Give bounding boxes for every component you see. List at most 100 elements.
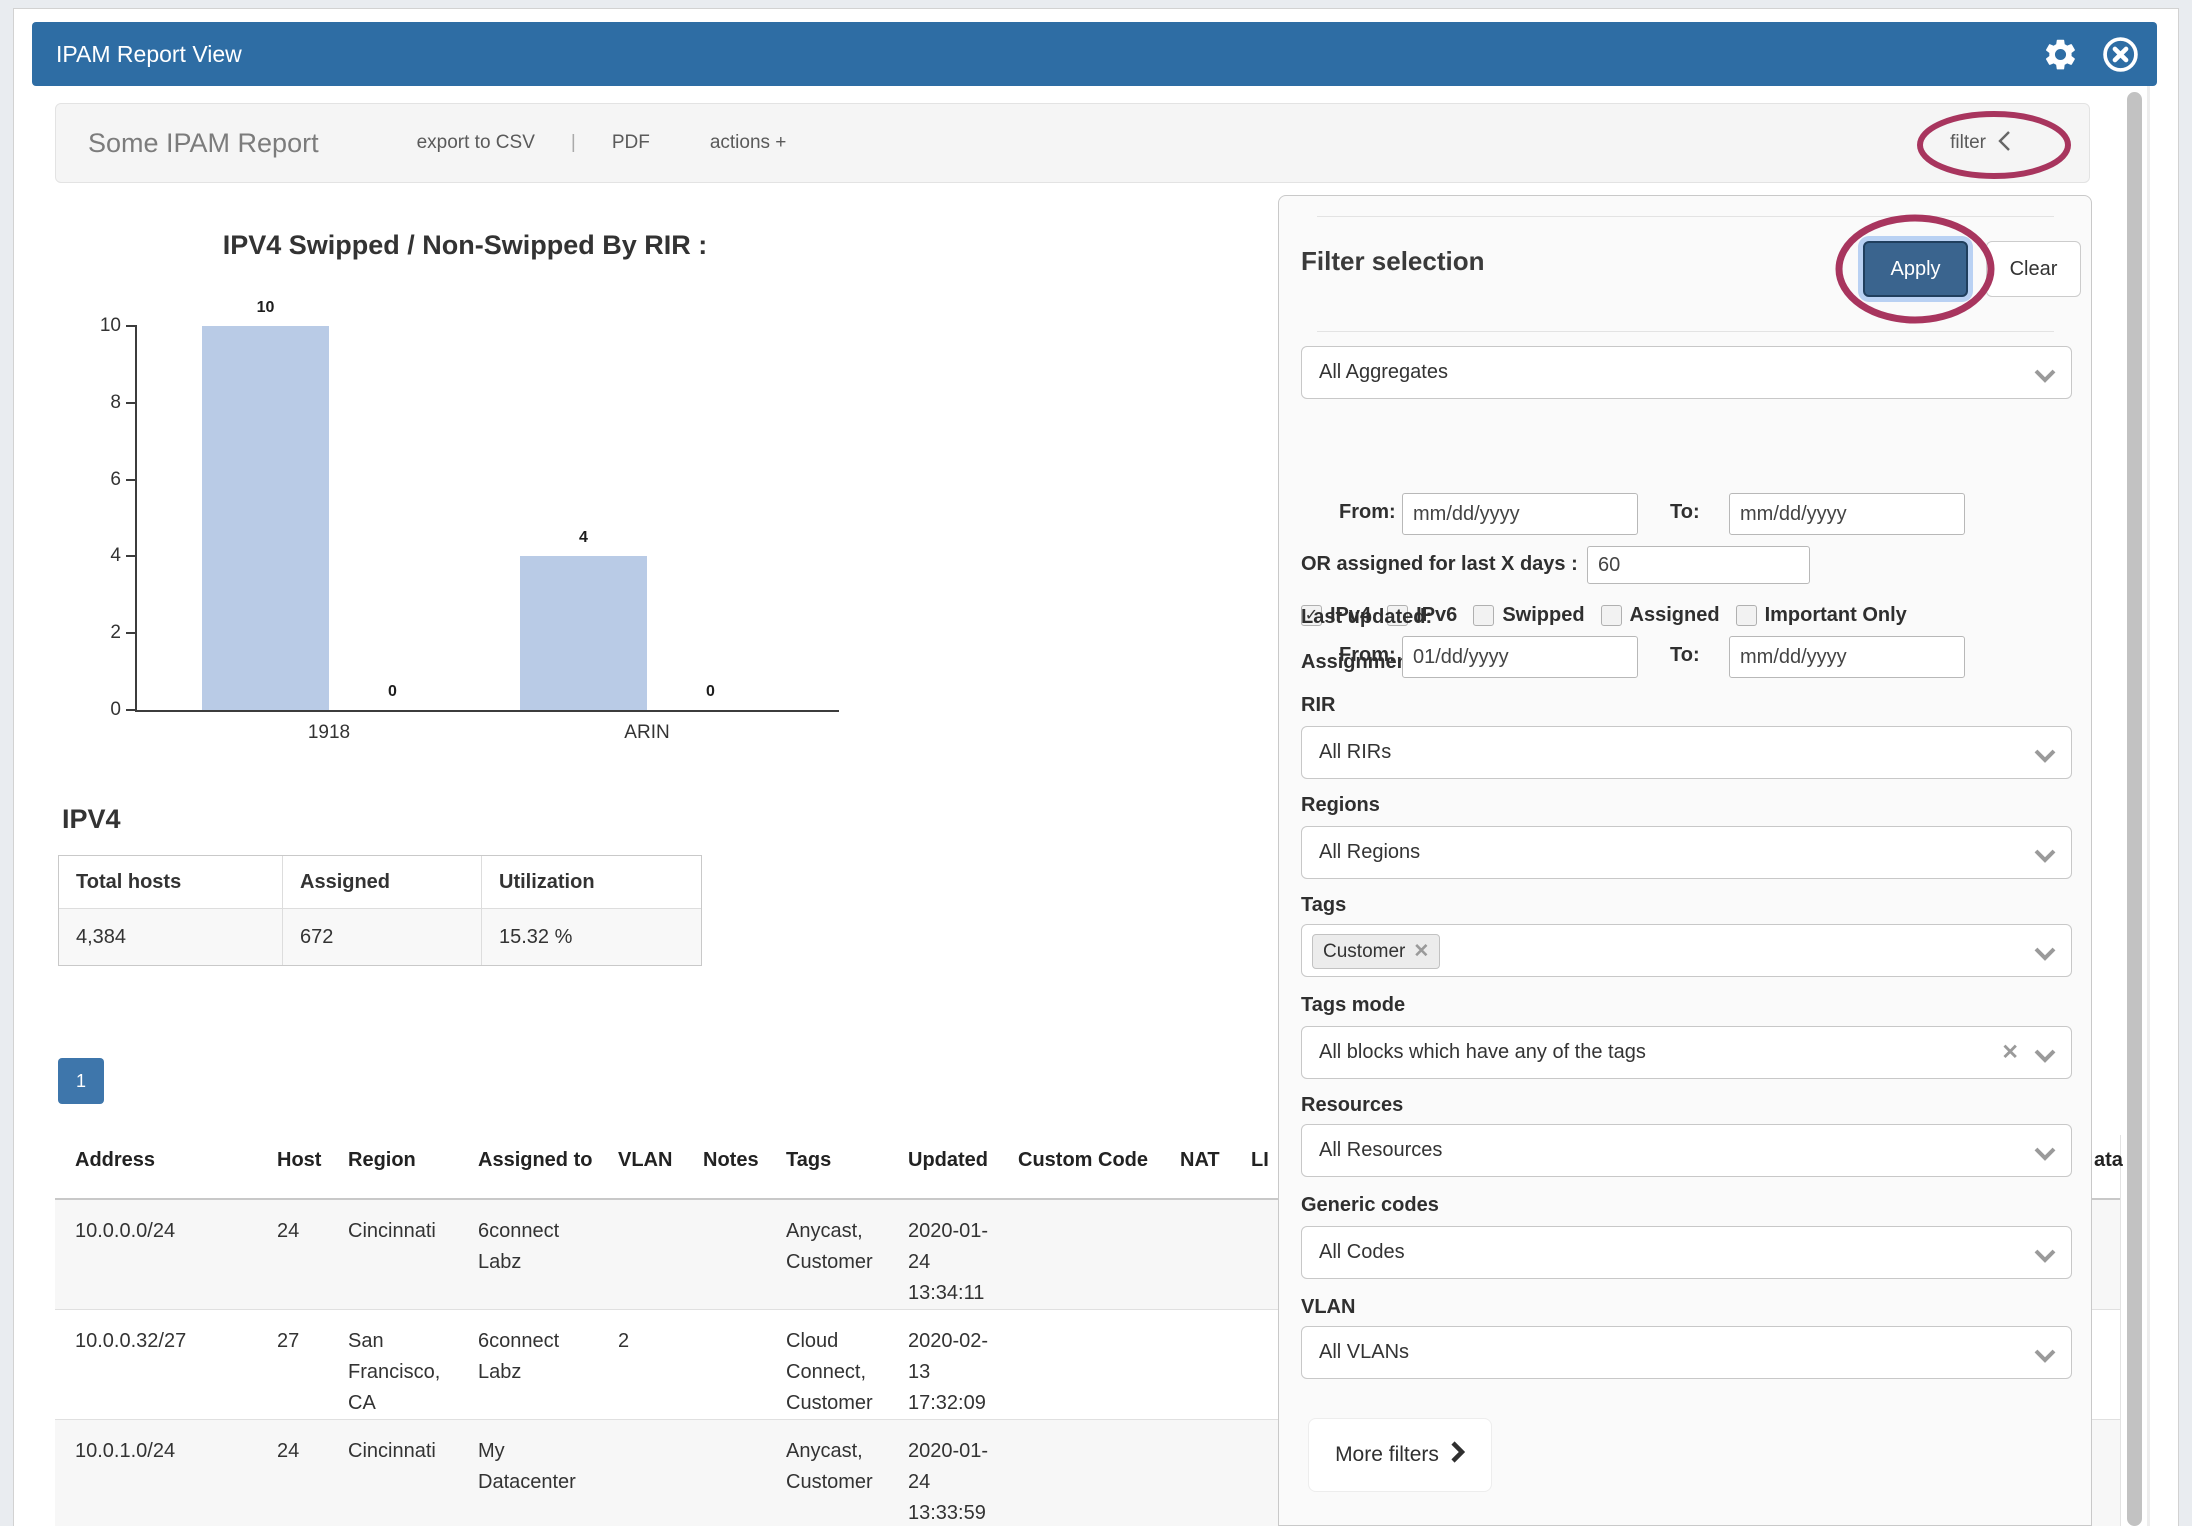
actions-menu-link[interactable]: actions + (710, 132, 787, 154)
cell-address: 10.0.1.0/24 (75, 1420, 265, 1467)
checkbox-label: Swipped (1502, 604, 1584, 627)
generic-codes-select[interactable]: All Codes (1301, 1226, 2072, 1279)
cell-notes (703, 1200, 775, 1216)
clear-selection-icon[interactable]: ✕ (2001, 1027, 2019, 1078)
scrollbar-thumb[interactable] (2127, 92, 2142, 1526)
generic-codes-select-value: All Codes (1319, 1227, 1405, 1278)
aggregates-select[interactable]: All Aggregates (1301, 346, 2072, 399)
y-tick-mark (126, 479, 137, 481)
tags-select[interactable]: Customer✕ (1301, 924, 2072, 977)
summary-header-total-hosts: Total hosts (59, 856, 283, 908)
tags-mode-select[interactable]: All blocks which have any of the tags ✕ (1301, 1026, 2072, 1079)
chevron-left-icon (1998, 130, 2011, 157)
cell-updated: 2020-01-24 13:34:11 (908, 1200, 1008, 1309)
cell-assigned-to: 6connect Labz (478, 1310, 596, 1388)
chevron-down-icon (2034, 366, 2056, 389)
summary-header-utilization: Utilization (482, 856, 701, 908)
last-updated-label: Last updated: (1301, 606, 1432, 629)
window-title: IPAM Report View (56, 22, 242, 86)
checkbox-important-only[interactable]: Important Only (1736, 604, 1907, 627)
rir-label: RIR (1301, 694, 1335, 717)
vlan-select-value: All VLANs (1319, 1327, 1409, 1378)
ipv4-summary-table: Total hosts Assigned Utilization 4,384 6… (58, 855, 702, 966)
col-header-host: Host (277, 1135, 337, 1198)
bar-value-label: 0 (329, 683, 456, 701)
cell-region: San Francisco, CA (348, 1310, 466, 1419)
cell-tags: Anycast, Customer (786, 1420, 898, 1498)
filter-panel-heading: Filter selection (1301, 246, 1485, 277)
col-header-tags: Tags (786, 1135, 898, 1198)
filter-toggle[interactable]: filter (1950, 130, 2011, 157)
filter-panel: Filter selection Apply Clear All Aggrega… (1278, 195, 2092, 1526)
summary-value-assigned: 672 (283, 909, 482, 965)
assignment-to-input[interactable] (1729, 493, 1965, 535)
chart-title: IPV4 Swipped / Non-Swipped By RIR : (135, 230, 795, 261)
aggregates-select-value: All Aggregates (1319, 347, 1448, 398)
regions-select[interactable]: All Regions (1301, 826, 2072, 879)
cell-updated: 2020-01-24 13:33:59 (908, 1420, 1008, 1526)
close-icon[interactable] (2102, 36, 2139, 73)
regions-label: Regions (1301, 794, 1380, 817)
chevron-right-icon (1451, 1440, 1465, 1470)
export-pdf-link[interactable]: PDF (612, 132, 650, 154)
checkbox-swipped[interactable]: Swipped (1473, 604, 1584, 627)
last-updated-to-input[interactable] (1729, 636, 1965, 678)
tag-chip-customer: Customer✕ (1312, 934, 1440, 969)
bar-value-label: 4 (520, 529, 647, 547)
report-toolbar: Some IPAM Report export to CSV | PDF act… (55, 103, 2090, 183)
cell-host: 27 (277, 1310, 337, 1357)
gear-icon[interactable] (2042, 36, 2079, 73)
chevron-down-icon (2034, 1144, 2056, 1167)
panel-divider (1317, 331, 2054, 332)
vlan-select[interactable]: All VLANs (1301, 1326, 2072, 1379)
more-filters-button[interactable]: More filters (1308, 1418, 1492, 1492)
y-tick-mark (126, 325, 137, 327)
col-header-region: Region (348, 1135, 466, 1198)
clear-button[interactable]: Clear (1986, 241, 2081, 297)
bar-value-label: 0 (647, 683, 774, 701)
cell-vlan (618, 1200, 680, 1216)
resources-select[interactable]: All Resources (1301, 1124, 2072, 1177)
checkbox-assigned[interactable]: Assigned (1601, 604, 1720, 627)
export-csv-link[interactable]: export to CSV (417, 132, 535, 154)
window-titlebar: IPAM Report View (32, 22, 2157, 86)
col-header-updated: Updated (908, 1135, 1008, 1198)
resources-label: Resources (1301, 1094, 1403, 1117)
y-tick-mark (126, 632, 137, 634)
chevron-down-icon (2034, 944, 2056, 967)
chart-plot: 0246810104001918ARIN (135, 326, 839, 712)
remove-tag-icon[interactable]: ✕ (1413, 941, 1429, 962)
assignment-from-input[interactable] (1402, 493, 1638, 535)
cell-updated: 2020-02-13 17:32:09 (908, 1310, 1008, 1419)
generic-codes-label: Generic codes (1301, 1194, 1439, 1217)
y-tick-label: 0 (75, 697, 121, 723)
page: IPAM Report View Some IPAM Report export… (0, 0, 2192, 1526)
summary-value-total-hosts: 4,384 (59, 909, 283, 965)
rir-select-value: All RIRs (1319, 727, 1391, 778)
cell-region: Cincinnati (348, 1420, 466, 1467)
chevron-down-icon (2034, 846, 2056, 869)
chevron-down-icon (2034, 1046, 2056, 1069)
cell-address: 10.0.0.0/24 (75, 1200, 265, 1247)
col-header-notes: Notes (703, 1135, 775, 1198)
chevron-down-icon (2034, 746, 2056, 769)
last-x-days-input[interactable] (1587, 546, 1810, 584)
apply-button[interactable]: Apply (1863, 241, 1968, 297)
y-tick-label: 2 (75, 620, 121, 646)
bar-ARIN-swipped (520, 556, 647, 710)
y-tick-label: 10 (75, 313, 121, 339)
assignment-to-label: To: (1670, 501, 1700, 524)
col-header-custom-code: Custom Code (1018, 1135, 1168, 1198)
x-category-label: ARIN (547, 722, 747, 744)
cell-tags: Anycast, Customer (786, 1200, 898, 1278)
resources-select-value: All Resources (1319, 1125, 1442, 1176)
pagination-page-1[interactable]: 1 (58, 1058, 104, 1104)
chevron-down-icon (2034, 1246, 2056, 1269)
tags-mode-select-value: All blocks which have any of the tags (1319, 1027, 1646, 1078)
cell-notes (703, 1310, 775, 1326)
checkbox-label: Important Only (1765, 604, 1907, 627)
rir-select[interactable]: All RIRs (1301, 726, 2072, 779)
last-updated-from-input[interactable] (1402, 636, 1638, 678)
col-header-assigned-to: Assigned to (478, 1135, 596, 1198)
checkbox-label: Assigned (1630, 604, 1720, 627)
